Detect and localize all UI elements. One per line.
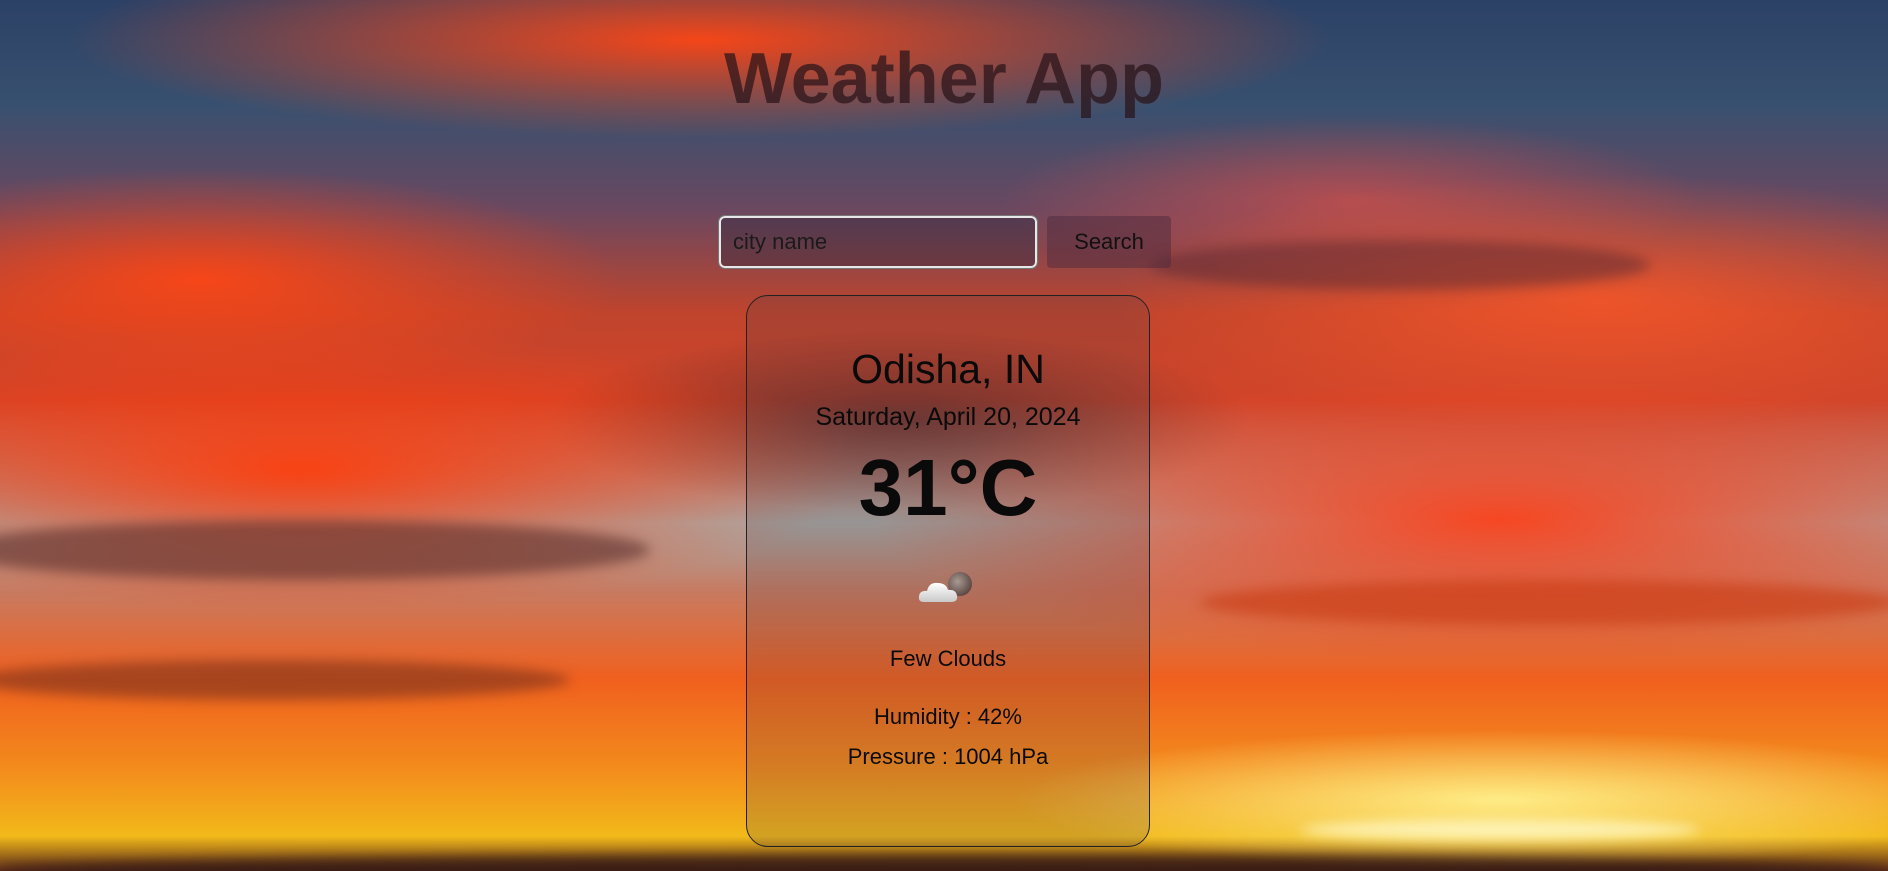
temperature-value: 31°C [858, 443, 1038, 532]
search-bar: Search [718, 215, 1171, 269]
weather-description: Few Clouds [889, 646, 1007, 671]
pressure-label: Pressure : 1004 hPa [847, 744, 1049, 769]
search-button[interactable]: Search [1047, 216, 1171, 268]
humidity-label: Humidity : 42% [874, 704, 1022, 729]
city-search-input[interactable] [718, 215, 1038, 269]
date-label: Saturday, April 20, 2024 [815, 403, 1081, 431]
location-label: Odisha, IN [851, 346, 1045, 392]
weather-card: Odisha, IN Saturday, April 20, 2024 31°C… [746, 295, 1150, 847]
app-title: Weather App [723, 39, 1165, 119]
few-clouds-night-icon [916, 568, 980, 608]
